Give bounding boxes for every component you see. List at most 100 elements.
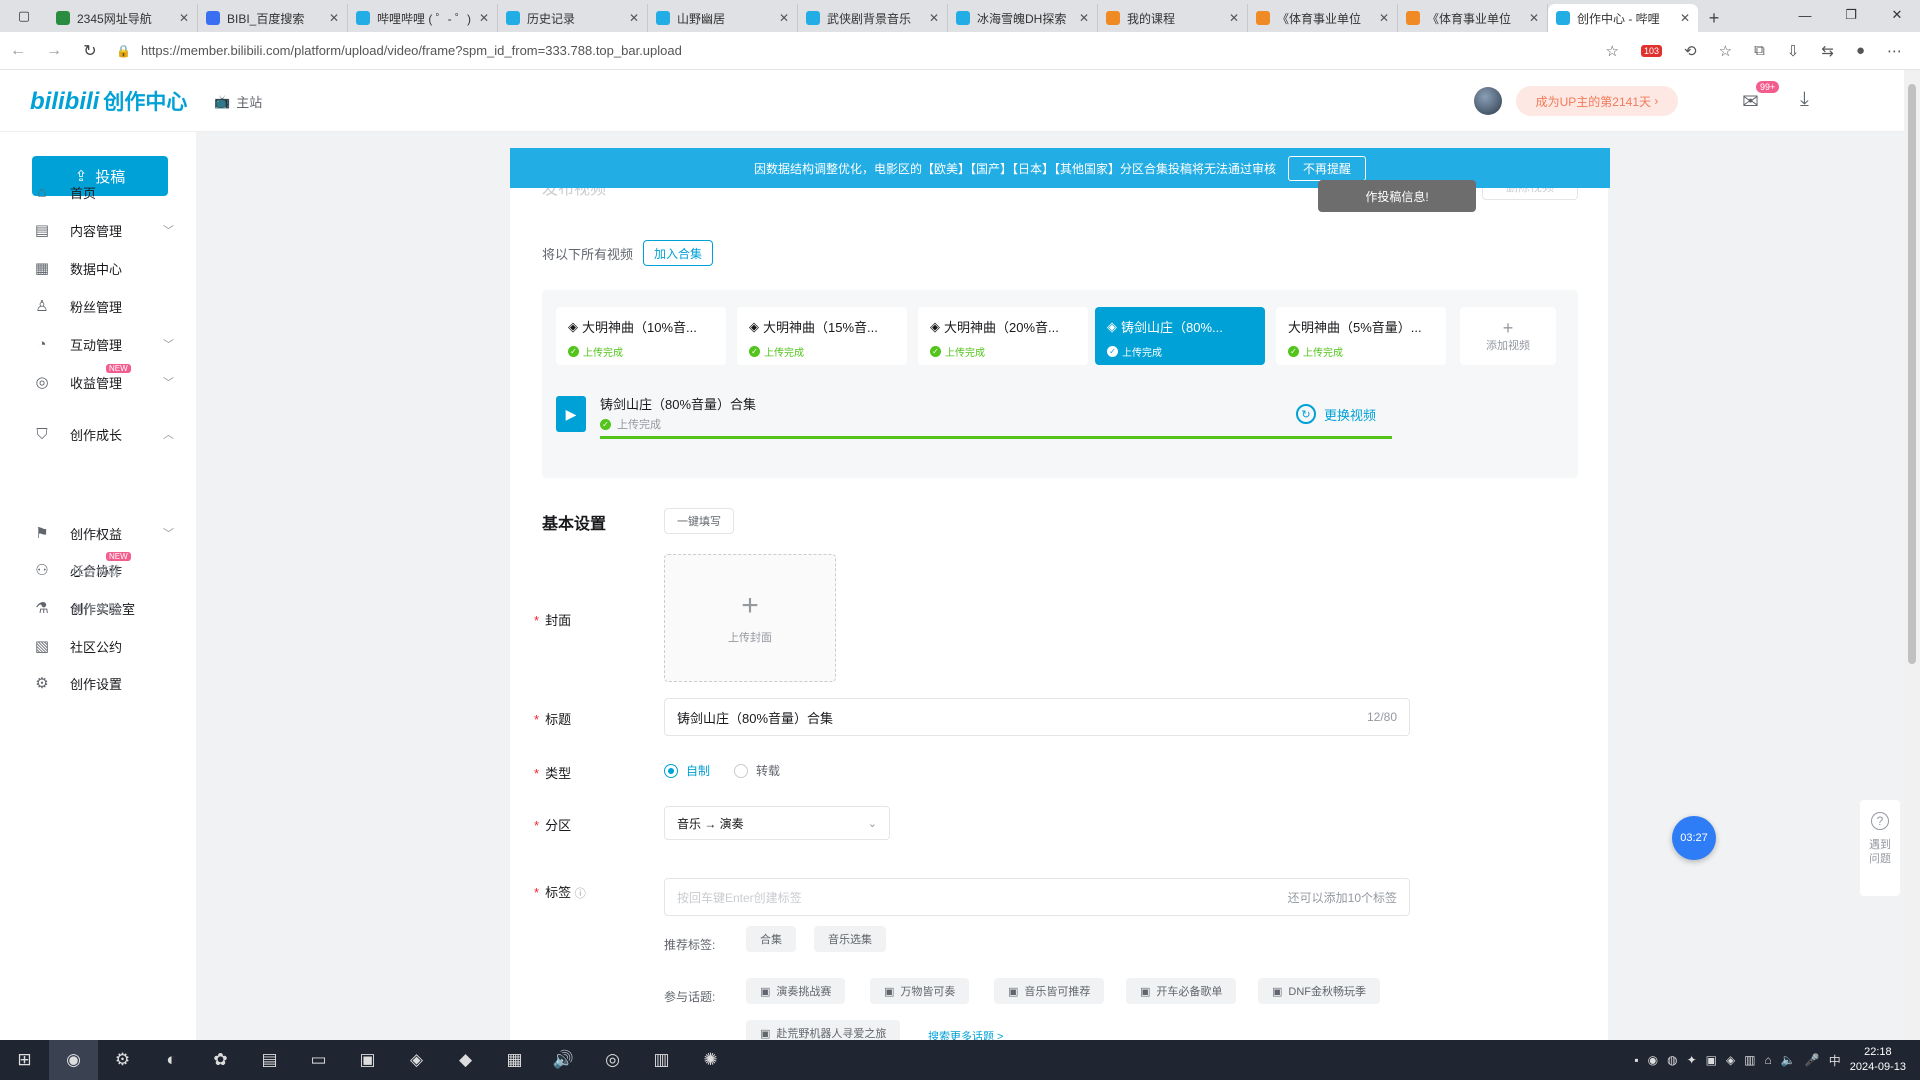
- sidebar-item-flag[interactable]: ⚑ 创作权益 ﹀: [0, 513, 196, 553]
- sidebar-item-money[interactable]: ◎ 收益管理 NEW ﹀: [0, 362, 196, 402]
- message-icon[interactable]: ✉ 99+: [1742, 81, 1780, 114]
- settings-icon[interactable]: ⚙: [98, 1040, 147, 1080]
- one-click-fill-button[interactable]: 一键填写: [664, 508, 734, 534]
- download-icon[interactable]: ⤓: [1800, 88, 1809, 111]
- sidebar-sub-tasks[interactable]: 任务成就: [72, 562, 120, 579]
- zone-select[interactable]: 音乐 → 演奏 ⌄: [664, 806, 890, 840]
- main-site-link[interactable]: 📺 主站: [214, 92, 262, 111]
- file-explorer-icon[interactable]: ▭: [294, 1040, 343, 1080]
- browser-tab[interactable]: 山野幽居 ✕: [648, 4, 798, 32]
- close-tab-icon[interactable]: ✕: [779, 11, 789, 25]
- extension-badge[interactable]: 103: [1641, 44, 1663, 57]
- cover-upload[interactable]: + 上传封面: [664, 554, 836, 682]
- more-icon[interactable]: ⋯: [1887, 42, 1902, 60]
- app-icon[interactable]: ▣: [343, 1040, 392, 1080]
- sidebar-item-rules[interactable]: ▧ 社区公约: [0, 626, 196, 666]
- replace-video-button[interactable]: ↻ 更换视频: [1296, 404, 1376, 424]
- browser-tab[interactable]: 历史记录 ✕: [498, 4, 648, 32]
- browser-tab[interactable]: 哔哩哔哩 ( ゜- ゜) ✕: [348, 4, 498, 32]
- app-icon[interactable]: ◈: [392, 1040, 441, 1080]
- close-window-icon[interactable]: ✕: [1874, 0, 1920, 30]
- tray-icon[interactable]: ▪: [1634, 1053, 1638, 1067]
- close-tab-icon[interactable]: ✕: [1079, 11, 1089, 25]
- url-field[interactable]: 🔒 https://member.bilibili.com/platform/u…: [116, 43, 1606, 58]
- tray-icon[interactable]: ◉: [1648, 1053, 1658, 1067]
- speaker-app-icon[interactable]: 🔊: [539, 1040, 588, 1080]
- windows-start-icon[interactable]: ⊞: [0, 1040, 49, 1080]
- calculator-icon[interactable]: ▦: [490, 1040, 539, 1080]
- up-days-pill[interactable]: 成为UP主的第2141天 ›: [1516, 86, 1678, 116]
- radio-repost[interactable]: 转载: [734, 762, 780, 779]
- browser-tab[interactable]: 我的课程 ✕: [1098, 4, 1248, 32]
- video-card[interactable]: 大明神曲（5%音量）... ✓ 上传完成: [1276, 307, 1446, 365]
- sidebar-item-home[interactable]: ⌂ 首页: [0, 172, 196, 212]
- app-icon[interactable]: ✺: [686, 1040, 735, 1080]
- url-text[interactable]: https://member.bilibili.com/platform/upl…: [141, 43, 682, 58]
- close-tab-icon[interactable]: ✕: [929, 11, 939, 25]
- tag-input[interactable]: 按回车键Enter创建标签 还可以添加10个标签: [664, 878, 1410, 916]
- browser-tab[interactable]: 2345网址导航 ✕: [48, 4, 198, 32]
- network-icon[interactable]: ⌂: [1765, 1053, 1772, 1067]
- collections-icon[interactable]: ⧉: [1754, 42, 1765, 59]
- back-icon[interactable]: ←: [0, 42, 36, 60]
- minimize-icon[interactable]: —: [1782, 0, 1828, 30]
- app-icon[interactable]: ✿: [196, 1040, 245, 1080]
- new-tab-button[interactable]: +: [1698, 4, 1730, 32]
- rec-tag-chip[interactable]: 合集: [746, 926, 796, 952]
- topic-chip[interactable]: ▣ 演奏挑战赛: [746, 978, 846, 1004]
- mic-icon[interactable]: 🎤: [1805, 1053, 1820, 1067]
- app-icon[interactable]: ◆: [441, 1040, 490, 1080]
- sidebar-item-comment[interactable]: ◔ 互动管理 ﹀: [0, 324, 196, 364]
- clock[interactable]: 22:18 2024-09-13: [1850, 1045, 1906, 1075]
- volume-icon[interactable]: 🔈: [1781, 1053, 1796, 1067]
- add-video-button[interactable]: + 添加视频: [1460, 307, 1556, 365]
- sidebar-item-growth[interactable]: ⛉ 创作成长 ︿: [0, 414, 196, 454]
- add-to-collection-button[interactable]: 加入合集: [643, 240, 714, 266]
- video-card[interactable]: ◈ 铸剑山庄（80%... ✓ 上传完成: [1095, 307, 1265, 365]
- tray-icon[interactable]: ◈: [1726, 1053, 1735, 1067]
- app-icon[interactable]: ◎: [588, 1040, 637, 1080]
- share-icon[interactable]: ⇆: [1821, 42, 1834, 60]
- close-tab-icon[interactable]: ✕: [1529, 11, 1539, 25]
- sidebar-item-fans[interactable]: ♙ 粉丝管理: [0, 286, 196, 326]
- scrollbar-thumb[interactable]: [1908, 84, 1916, 664]
- tray-icon[interactable]: ▣: [1706, 1053, 1717, 1067]
- help-widget[interactable]: ? 遇到问题: [1860, 800, 1900, 896]
- avatar[interactable]: [1474, 87, 1502, 115]
- browser-tab[interactable]: BIBI_百度搜索 ✕: [198, 4, 348, 32]
- forward-icon[interactable]: →: [36, 42, 72, 60]
- tab-actions-icon[interactable]: ▢: [0, 0, 48, 32]
- close-tab-icon[interactable]: ✕: [1379, 11, 1389, 25]
- dismiss-notice-button[interactable]: 不再提醒: [1288, 155, 1367, 181]
- bilibili-logo[interactable]: bilibili 创作中心: [30, 86, 187, 116]
- refresh-icon[interactable]: ↻: [72, 41, 108, 61]
- close-tab-icon[interactable]: ✕: [1229, 11, 1239, 25]
- edge-browser-icon[interactable]: ◉: [49, 1040, 98, 1080]
- info-icon[interactable]: ⓘ: [575, 888, 586, 900]
- title-input[interactable]: 铸剑山庄（80%音量）合集 12/80: [664, 698, 1410, 736]
- radio-original[interactable]: 自制: [664, 762, 710, 779]
- sidebar-item-settings[interactable]: ⚙ 创作设置: [0, 663, 196, 703]
- sidebar-item-chart[interactable]: ▦ 数据中心: [0, 248, 196, 288]
- browser-tab[interactable]: 《体育事业单位 ✕: [1248, 4, 1398, 32]
- sidebar-item-content[interactable]: ▤ 内容管理 ﹀: [0, 210, 196, 250]
- ime-label[interactable]: 中: [1829, 1052, 1841, 1069]
- browser-tab[interactable]: 创作中心 - 哔哩 ✕: [1548, 4, 1698, 32]
- close-tab-icon[interactable]: ✕: [1680, 11, 1690, 25]
- extension-icon[interactable]: ⟲: [1684, 42, 1697, 60]
- app-icon[interactable]: ▤: [245, 1040, 294, 1080]
- topic-chip[interactable]: ▣ 开车必备歌单: [1126, 978, 1237, 1004]
- app-icon[interactable]: ▥: [637, 1040, 686, 1080]
- browser-tab[interactable]: 武侠剧背景音乐 ✕: [798, 4, 948, 32]
- browser-tab[interactable]: 《体育事业单位 ✕: [1398, 4, 1548, 32]
- tray-icon[interactable]: ▥: [1744, 1053, 1755, 1067]
- topic-chip[interactable]: ▣ 万物皆可奏: [870, 978, 970, 1004]
- tray-icon[interactable]: ◍: [1667, 1053, 1677, 1067]
- timer-bubble[interactable]: 03:27: [1672, 816, 1716, 860]
- rec-tag-chip[interactable]: 音乐选集: [814, 926, 886, 952]
- app-icon[interactable]: ◐: [147, 1040, 196, 1080]
- topic-chip[interactable]: ▣ 音乐皆可推荐: [994, 978, 1105, 1004]
- sidebar-sub-academy[interactable]: 创作学院: [72, 600, 120, 617]
- browser-tab[interactable]: 冰海雪魄DH探索 ✕: [948, 4, 1098, 32]
- favorites-icon[interactable]: ☆: [1719, 42, 1732, 60]
